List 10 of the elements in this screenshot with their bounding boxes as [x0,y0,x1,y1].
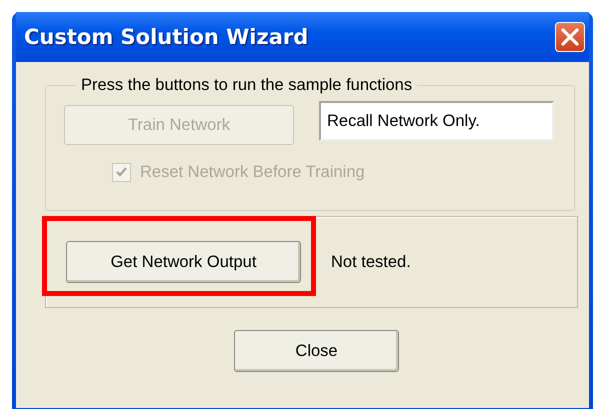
close-button[interactable]: Close [234,330,399,372]
group-legend: Press the buttons to run the sample functions [76,76,418,95]
mode-input-field[interactable]: Recall Network Only. [319,101,554,141]
close-button[interactable] [555,22,585,52]
get-network-output-button[interactable]: Get Network Output [66,241,301,283]
close-icon [559,26,581,48]
status-text: Not tested. [331,252,411,272]
checkbox-label: Reset Network Before Training [140,163,365,182]
window-title: Custom Solution Wizard [24,25,308,49]
check-icon [115,166,128,179]
